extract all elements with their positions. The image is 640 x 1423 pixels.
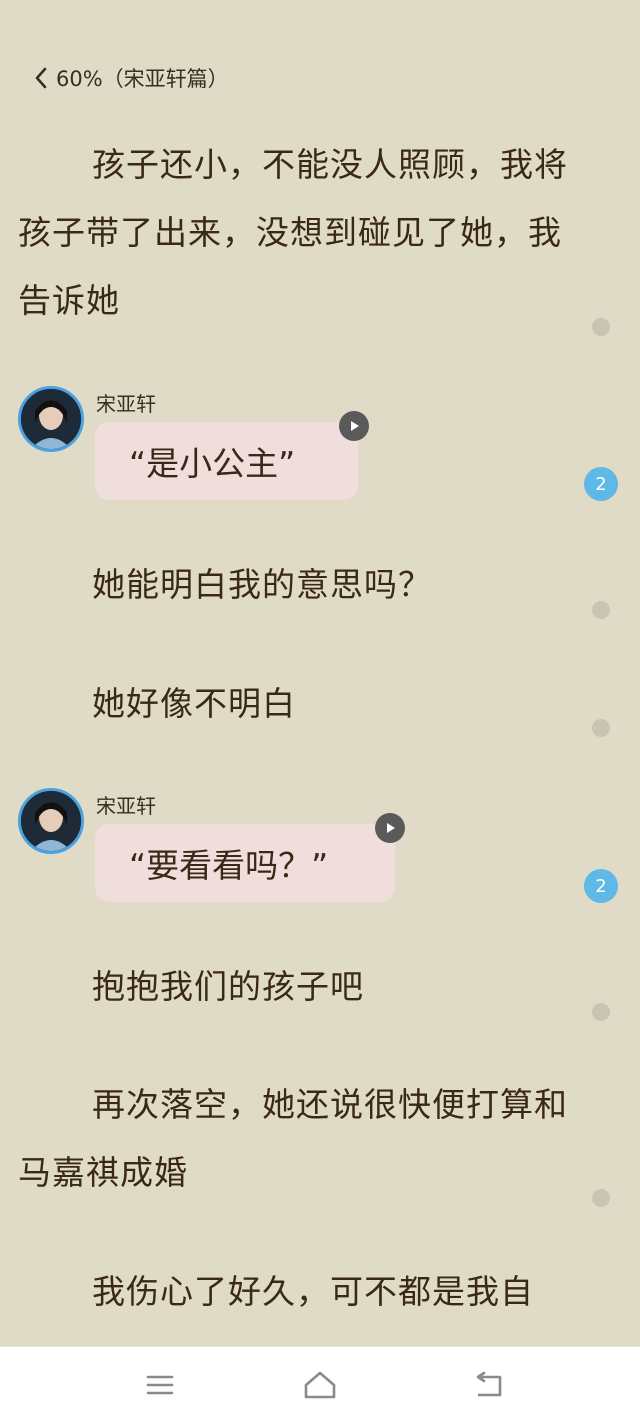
badge-count: 2	[595, 473, 607, 495]
paragraph-text: 再次落空，她还说很快便打算和马嘉祺成婚	[18, 1085, 568, 1192]
paragraph-text: 我伤心了好久，可不都是我自	[92, 1272, 534, 1311]
story-paragraph: 她好像不明白	[18, 670, 578, 738]
play-voice-icon[interactable]	[339, 411, 369, 441]
reader-header: 60%（宋亚轩篇）	[32, 58, 229, 98]
story-paragraph: 再次落空，她还说很快便打算和马嘉祺成婚	[18, 1071, 578, 1207]
comment-count-badge[interactable]: 2	[584, 467, 618, 501]
chapter-title[interactable]: 60%（宋亚轩篇）	[56, 63, 229, 93]
dialogue-text: “要看看吗？”	[129, 846, 329, 885]
back-arrow-icon[interactable]	[468, 1365, 508, 1405]
home-icon[interactable]	[300, 1365, 340, 1405]
comment-dot[interactable]	[592, 1189, 610, 1207]
comment-dot[interactable]	[592, 719, 610, 737]
story-paragraph: 她能明白我的意思吗？	[18, 551, 578, 619]
story-paragraph: 抱抱我们的孩子吧	[18, 953, 578, 1021]
speaker-name: 宋亚轩	[96, 392, 156, 416]
badge-count: 2	[595, 875, 607, 897]
dialogue-text: “是小公主”	[129, 444, 296, 483]
comment-dot[interactable]	[592, 601, 610, 619]
comment-count-badge[interactable]: 2	[584, 869, 618, 903]
menu-icon[interactable]	[140, 1365, 180, 1405]
avatar[interactable]	[18, 788, 84, 854]
play-voice-icon[interactable]	[375, 813, 405, 843]
story-paragraph: 孩子还小，不能没人照顾，我将孩子带了出来，没想到碰见了她，我告诉她	[18, 131, 578, 335]
avatar[interactable]	[18, 386, 84, 452]
system-navbar	[0, 1346, 640, 1423]
speaker-name: 宋亚轩	[96, 794, 156, 818]
comment-dot[interactable]	[592, 318, 610, 336]
dialogue-bubble[interactable]: “要看看吗？”	[95, 824, 395, 902]
dialogue-bubble[interactable]: “是小公主”	[95, 422, 358, 500]
chevron-left-icon[interactable]	[32, 64, 50, 92]
paragraph-text: 抱抱我们的孩子吧	[92, 967, 364, 1006]
paragraph-text: 孩子还小，不能没人照顾，我将孩子带了出来，没想到碰见了她，我告诉她	[18, 145, 568, 320]
paragraph-text: 她能明白我的意思吗？	[92, 565, 432, 604]
story-paragraph: 我伤心了好久，可不都是我自	[18, 1258, 578, 1346]
comment-dot[interactable]	[592, 1003, 610, 1021]
paragraph-text: 她好像不明白	[92, 684, 296, 723]
